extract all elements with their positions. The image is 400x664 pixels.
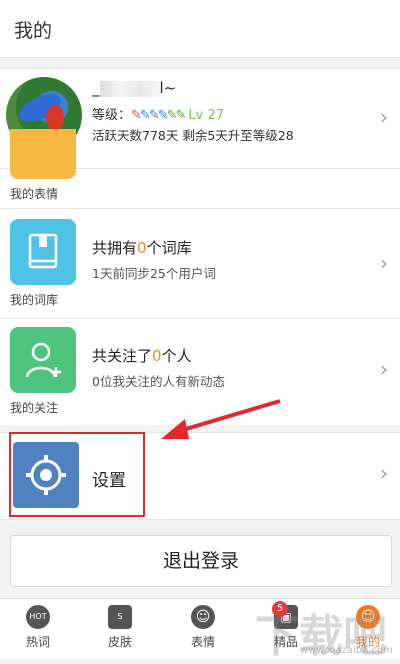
emoji-label: 我的表情: [10, 187, 59, 201]
level-value: Lv 27: [188, 108, 225, 123]
page-title: 我的: [14, 20, 53, 42]
lexicon-label: 我的词库: [10, 293, 59, 307]
username-blur: [99, 80, 160, 97]
watermark-url: www.xiazaiba.com: [300, 645, 393, 656]
logout-button[interactable]: 退出登录: [10, 535, 392, 587]
tab-label: 表情: [190, 635, 215, 649]
tab-label: 皮肤: [107, 635, 132, 649]
follow-suffix: 个人: [161, 347, 192, 365]
lexicon-count: 0: [137, 239, 147, 257]
follow-count: 0: [152, 347, 162, 365]
lexicon-count-text: 共拥有0个词库: [92, 237, 192, 258]
follow-count-text: 共关注了0个人: [92, 345, 192, 366]
lexicon-sub-text: 1天前同步25个用户词: [92, 266, 216, 281]
follow-tile: [10, 327, 76, 393]
username-suffix: l~: [159, 79, 177, 97]
tab-hot-words[interactable]: HOT 热词: [8, 605, 68, 657]
chevron-right-icon: ›: [380, 461, 388, 485]
lexicon-tile: [10, 219, 76, 285]
row-my-lexicon[interactable]: 我的词库 共拥有0个词库 1天前同步25个用户词 ›: [0, 208, 400, 319]
level-line: 等级：✎✎✎✎✎✎ Lv 27: [92, 104, 224, 123]
follow-label: 我的关注: [10, 401, 59, 415]
username-prefix: _: [92, 79, 100, 97]
annotation-arrow-icon: [161, 399, 281, 439]
tab-emoji[interactable]: ☺ 表情: [173, 605, 233, 657]
highlight-box: [9, 432, 145, 517]
tab-label: 热词: [25, 635, 50, 649]
chevron-right-icon: ›: [380, 251, 388, 275]
shirt-icon: S: [108, 605, 132, 629]
username: _ l~: [92, 79, 176, 97]
add-user-icon: [25, 342, 61, 378]
chevron-right-icon: ›: [380, 105, 388, 129]
follow-sub-text: 0位我关注的人有新动态: [92, 374, 225, 389]
active-days-text: 活跃天数778天 剩余5天升至等级28: [92, 128, 294, 143]
book-icon: [28, 233, 58, 269]
tab-skins[interactable]: S 皮肤: [90, 605, 150, 657]
lexicon-prefix: 共拥有: [92, 239, 138, 257]
chevron-right-icon: ›: [380, 357, 388, 381]
smiley-icon: ☺: [191, 605, 215, 629]
follow-prefix: 共关注了: [92, 347, 153, 365]
level-pen-icons: ✎✎✎✎✎✎: [131, 108, 186, 123]
emoji-tile: [10, 129, 76, 179]
parrot-body-shape: [46, 105, 64, 131]
lexicon-suffix: 个词库: [146, 239, 192, 257]
hot-icon: HOT: [26, 605, 50, 629]
row-my-emoji[interactable]: 我的表情: [0, 129, 400, 209]
header: 我的: [0, 0, 400, 58]
level-label: 等级：: [92, 108, 132, 123]
